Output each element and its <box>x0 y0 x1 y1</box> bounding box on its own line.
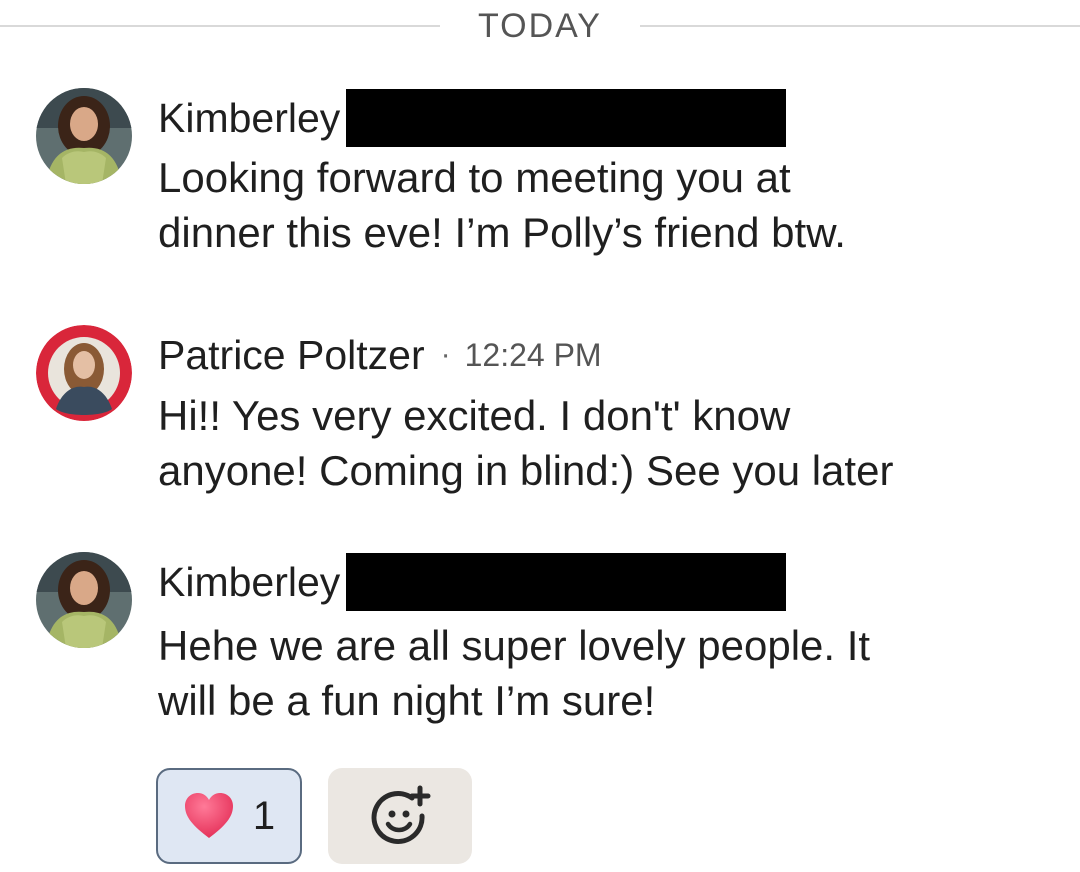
sender-name[interactable]: Kimberley <box>158 559 340 606</box>
reaction-count: 1 <box>252 793 276 838</box>
avatar[interactable] <box>36 325 132 421</box>
message-line: will be a fun night I’m sure! <box>158 677 656 724</box>
message-line: dinner this eve! I’m Polly’s friend btw. <box>158 209 846 256</box>
message-line: anyone! Coming in blind:) See you later <box>158 447 894 494</box>
divider-line-right <box>640 25 1080 27</box>
message-text: Hi!! Yes very excited. I don't' know any… <box>158 388 1058 498</box>
redaction-bar <box>346 553 787 611</box>
message-line: Looking forward to meeting you at <box>158 154 791 201</box>
sender-row: Kimberley <box>158 89 787 147</box>
avatar[interactable] <box>36 552 132 648</box>
heart-icon <box>184 793 233 838</box>
avatar[interactable] <box>36 88 132 184</box>
day-divider-label: TODAY <box>478 7 602 45</box>
add-reaction-button[interactable] <box>328 768 472 864</box>
message-timestamp: 12:24 PM <box>464 336 602 373</box>
avatar-photo-kimberley <box>36 552 132 648</box>
message-line: Hehe we are all super lovely people. It <box>158 622 871 669</box>
sender-row: Patrice Poltzer · 12:24 PM <box>158 327 602 383</box>
sender-name[interactable]: Patrice Poltzer <box>158 332 425 379</box>
message-line: Hi!! Yes very excited. I don't' know <box>158 392 791 439</box>
sender-row: Kimberley <box>158 553 787 611</box>
message-text: Looking forward to meeting you at dinner… <box>158 150 1058 260</box>
day-divider: TODAY <box>0 0 1080 56</box>
add-emoji-icon <box>371 785 431 844</box>
reaction-heart-button[interactable]: 1 <box>156 768 302 864</box>
redaction-bar <box>346 89 787 147</box>
avatar-photo-kimberley <box>36 88 132 184</box>
avatar-photo-patrice <box>36 325 132 421</box>
sender-name[interactable]: Kimberley <box>158 95 340 142</box>
reactions-bar: 1 <box>156 768 472 864</box>
divider-line-left <box>0 25 440 27</box>
message-text: Hehe we are all super lovely people. It … <box>158 618 1058 728</box>
separator-dot: · <box>440 338 451 371</box>
